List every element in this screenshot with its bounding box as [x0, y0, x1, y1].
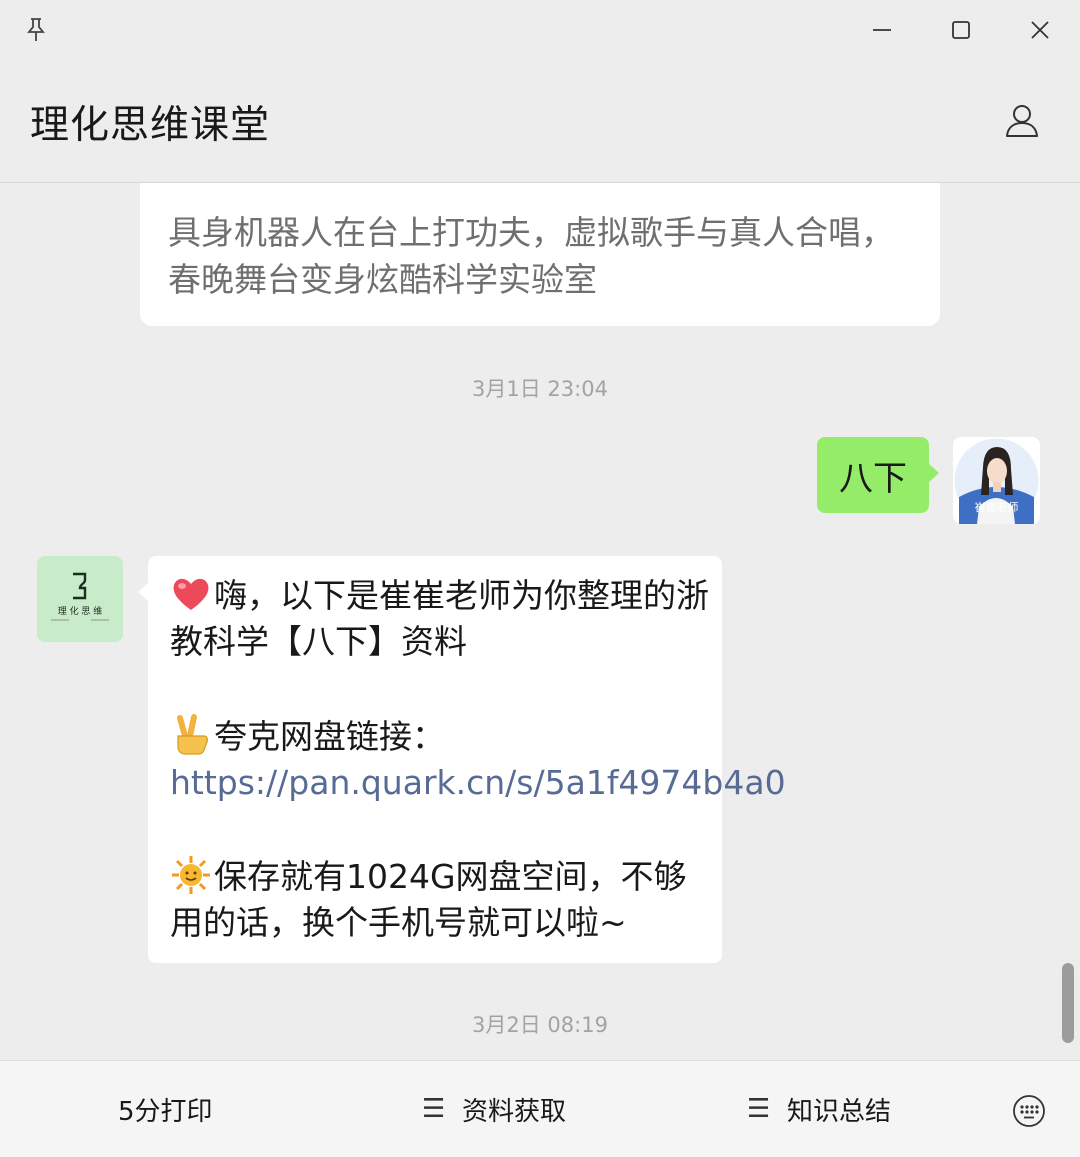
title-bar: 理化思维课堂 [0, 0, 1080, 183]
menu-list-icon: ☰ [747, 1094, 771, 1124]
netdisk-label: 夸克网盘链接： [214, 717, 445, 756]
teacher-avatar[interactable]: 崔崔老师 [953, 437, 1040, 524]
chat-area[interactable]: 具身机器人在台上打功夫，虚拟歌手与真人合唱，春晚舞台变身炫酷科学实验室 3月1日… [0, 183, 1080, 1060]
timestamp: 3月2日 08:19 [472, 1013, 608, 1037]
menu-item-print[interactable]: 5分打印 [118, 1061, 213, 1157]
official-avatar-label: 理 化 思 维 [57, 607, 103, 617]
minimize-button[interactable] [862, 10, 902, 50]
menu-item-label: 资料获取 [462, 1096, 567, 1127]
outgoing-message-text: 八下 [839, 458, 907, 499]
menu-item-label: 5分打印 [118, 1096, 213, 1127]
keyboard-icon[interactable] [1012, 1094, 1046, 1128]
close-button[interactable] [1020, 10, 1060, 50]
incoming-message[interactable]: 嗨，以下是崔崔老师为你整理的浙教科学【八下】资料 夸克网盘链接： https://… [138, 556, 786, 963]
victory-hand-icon [177, 714, 208, 755]
reply-paragraph-3-text: 保存就有1024G网盘空间，不够用的话，换个手机号就可以啦~ [170, 857, 687, 942]
scrollbar-thumb[interactable] [1062, 963, 1074, 1043]
heart-icon [173, 578, 209, 610]
chat-title: 理化思维课堂 [30, 103, 271, 148]
article-card-text: 具身机器人在台上打功夫，虚拟歌手与真人合唱，春晚舞台变身炫酷科学实验室 [168, 213, 894, 299]
timestamp: 3月1日 23:04 [472, 377, 608, 401]
netdisk-link[interactable]: https://pan.quark.cn/s/5a1f4974b4a0 [170, 763, 786, 802]
reply-paragraph-2: 夸克网盘链接： https://pan.quark.cn/s/5a1f4974b4… [170, 714, 786, 806]
menu-item-summary[interactable]: ☰ 知识总结 [747, 1061, 891, 1157]
menu-item-label: 知识总结 [787, 1096, 892, 1127]
sun-icon [172, 856, 210, 894]
reply-paragraph-3: 保存就有1024G网盘空间，不够用的话，换个手机号就可以啦~ [170, 854, 710, 946]
article-card[interactable]: 具身机器人在台上打功夫，虚拟歌手与真人合唱，春晚舞台变身炫酷科学实验室 [140, 183, 940, 326]
reply-paragraph-1: 嗨，以下是崔崔老师为你整理的浙教科学【八下】资料 [170, 573, 710, 665]
teacher-avatar-label: 崔崔老师 [974, 501, 1019, 514]
profile-icon[interactable] [1000, 98, 1044, 142]
menu-item-materials[interactable]: ☰ 资料获取 [422, 1061, 566, 1157]
bottom-menu-bar: 5分打印 ☰ 资料获取 ☰ 知识总结 [0, 1060, 1080, 1157]
menu-list-icon: ☰ [422, 1094, 446, 1124]
maximize-button[interactable] [941, 10, 981, 50]
outgoing-message[interactable]: 八下 [817, 437, 939, 513]
reply-paragraph-1-text: 嗨，以下是崔崔老师为你整理的浙教科学【八下】资料 [170, 576, 709, 661]
pin-icon[interactable] [16, 10, 56, 50]
official-account-avatar[interactable]: 理 化 思 维 [37, 556, 123, 642]
